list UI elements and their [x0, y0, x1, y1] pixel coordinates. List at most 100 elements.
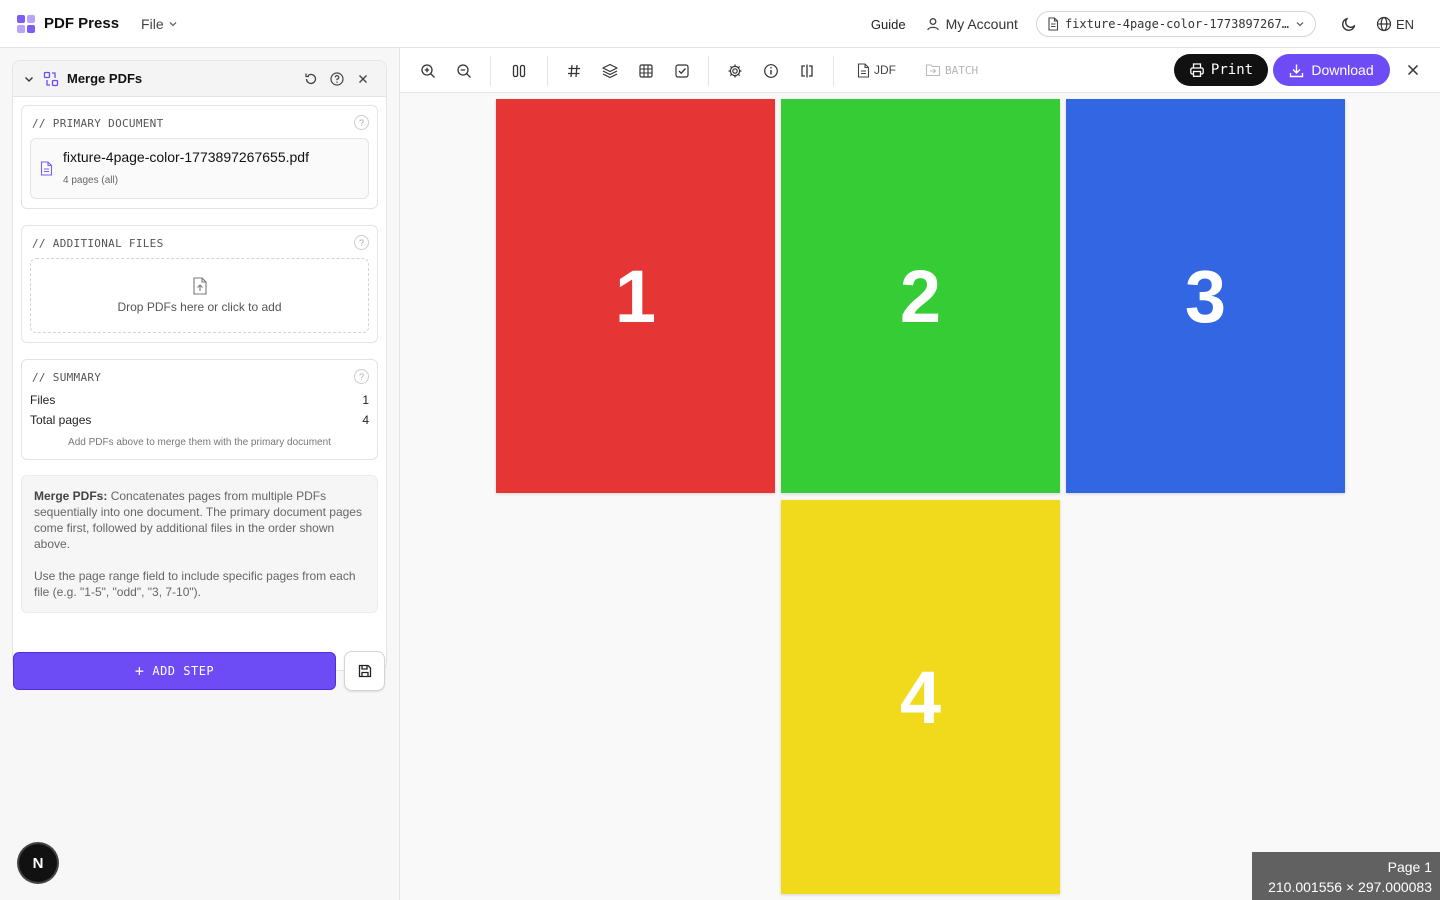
- moon-icon: [1341, 17, 1356, 32]
- batch-icon: [925, 64, 941, 77]
- workflow-panel: Merge PDFs // PRIMARY DOCUMENT ? fixture…: [0, 48, 400, 900]
- step-title: Merge PDFs: [67, 71, 143, 86]
- file-icon: [1048, 17, 1058, 31]
- upload-icon: [192, 277, 207, 295]
- page-number: 3: [1184, 254, 1227, 338]
- additional-files-section: // ADDITIONAL FILES ? Drop PDFs here or …: [21, 225, 378, 343]
- jdf-label: JDF: [874, 63, 896, 77]
- layers-icon: [602, 63, 618, 79]
- document-info-button[interactable]: [757, 57, 785, 85]
- summary-value: 1: [362, 393, 369, 407]
- file-menu[interactable]: File: [141, 16, 178, 32]
- help-button[interactable]: [324, 66, 350, 92]
- grid-icon: [639, 64, 653, 78]
- description-tip: Use the page range field to include spec…: [34, 569, 356, 599]
- page-thumbnail-1[interactable]: 1: [496, 99, 775, 493]
- primary-page-count: 4 pages (all): [63, 175, 119, 186]
- page-dimensions: 210.001556 × 297.000083: [1268, 879, 1432, 895]
- summary-value: 4: [362, 413, 369, 427]
- dev-tools-badge[interactable]: N: [19, 844, 57, 882]
- close-icon: [1407, 64, 1419, 76]
- page-number: 1: [614, 254, 657, 338]
- download-icon: [1290, 64, 1304, 77]
- app-name: PDF Press: [44, 15, 120, 32]
- layers-button[interactable]: [596, 57, 624, 85]
- save-icon: [358, 664, 371, 678]
- summary-label: Total pages: [30, 413, 92, 427]
- batch-button[interactable]: BATCH: [925, 56, 978, 84]
- primary-document-section: // PRIMARY DOCUMENT ? fixture-4page-colo…: [21, 105, 378, 209]
- close-step-button[interactable]: [350, 66, 376, 92]
- help-icon[interactable]: ?: [354, 235, 369, 250]
- columns-view-button[interactable]: [505, 57, 533, 85]
- download-label: Download: [1311, 62, 1374, 78]
- grid-button[interactable]: [632, 57, 660, 85]
- help-icon[interactable]: ?: [354, 369, 369, 384]
- save-workflow-button[interactable]: [344, 651, 385, 691]
- current-page-label: Page 1: [1387, 859, 1432, 875]
- top-bar: PDF Press File Guide My Account fixture-…: [0, 0, 1440, 48]
- print-label: Print: [1210, 62, 1254, 78]
- file-icon: [40, 161, 53, 176]
- compare-button[interactable]: [793, 57, 821, 85]
- info-icon: [764, 64, 778, 78]
- page-thumbnail-2[interactable]: 2: [781, 99, 1060, 493]
- language-select[interactable]: EN: [1376, 16, 1414, 32]
- download-button[interactable]: Download: [1273, 54, 1390, 86]
- toolbar-divider: [833, 56, 834, 86]
- print-button[interactable]: Print: [1174, 54, 1268, 86]
- user-icon: [926, 18, 939, 31]
- reset-button[interactable]: [298, 66, 324, 92]
- page-numbers-button[interactable]: [560, 57, 588, 85]
- reset-icon: [305, 73, 317, 84]
- file-icon: [857, 62, 870, 78]
- page-thumbnail-3[interactable]: 3: [1066, 99, 1345, 493]
- summary-label: Files: [30, 393, 56, 407]
- merge-icon: [43, 71, 59, 86]
- add-step-label: ADD STEP: [152, 664, 215, 678]
- close-icon: [359, 74, 367, 83]
- file-drop-zone[interactable]: Drop PDFs here or click to add: [30, 258, 369, 333]
- theme-toggle[interactable]: [1334, 9, 1364, 39]
- document-select[interactable]: fixture-4page-color-1773897267655.pdf: [1035, 11, 1316, 37]
- preflight-check-button[interactable]: [668, 57, 696, 85]
- guide-link[interactable]: Guide: [871, 17, 906, 32]
- checkbox-icon: [675, 64, 689, 78]
- zoom-in-icon: [421, 64, 435, 78]
- toolbar-divider: [547, 56, 548, 86]
- zoom-in-button[interactable]: [414, 57, 442, 85]
- primary-document-item[interactable]: fixture-4page-color-1773897267655.pdf 4 …: [30, 138, 369, 199]
- my-account-button[interactable]: My Account: [926, 16, 1018, 32]
- printer-icon: [1190, 63, 1204, 77]
- page-thumbnail-4[interactable]: 4: [781, 500, 1060, 894]
- viewer-toolbar: JDF BATCH Print Download: [400, 48, 1440, 93]
- summary-section: // SUMMARY ? Files 1 Total pages 4 Add P…: [21, 359, 378, 460]
- page-size-indicator: Page 1 210.001556 × 297.000083: [1252, 852, 1440, 900]
- step-header: Merge PDFs: [13, 61, 386, 97]
- add-step-button[interactable]: + ADD STEP: [13, 652, 336, 690]
- help-icon[interactable]: ?: [354, 115, 369, 130]
- page-number: 4: [899, 655, 942, 739]
- logo[interactable]: PDF Press: [17, 14, 120, 33]
- section-title: // ADDITIONAL FILES: [32, 237, 164, 250]
- settings-button[interactable]: [721, 57, 749, 85]
- zoom-out-button[interactable]: [450, 57, 478, 85]
- jdf-button[interactable]: JDF: [857, 56, 896, 84]
- step-description: Merge PDFs: Concatenates pages from mult…: [21, 475, 378, 613]
- summary-pages-row: Total pages 4: [30, 413, 369, 427]
- help-icon: [330, 71, 344, 86]
- description-text: Merge PDFs: Concatenates pages from mult…: [34, 488, 365, 552]
- language-label: EN: [1395, 16, 1414, 32]
- columns-icon: [512, 64, 526, 78]
- plus-icon: +: [134, 662, 145, 680]
- close-viewer-button[interactable]: [1400, 57, 1426, 83]
- chevron-down-icon[interactable]: [23, 73, 35, 85]
- chevron-down-icon: [1296, 22, 1304, 27]
- page-number: 2: [899, 254, 942, 338]
- primary-file-name: fixture-4page-color-1773897267655.pdf: [63, 149, 309, 165]
- globe-icon: [1376, 16, 1392, 32]
- apps-icon: [17, 14, 35, 33]
- compare-icon: [801, 64, 813, 78]
- settings-icon: [728, 64, 742, 78]
- drop-zone-text: Drop PDFs here or click to add: [117, 300, 282, 314]
